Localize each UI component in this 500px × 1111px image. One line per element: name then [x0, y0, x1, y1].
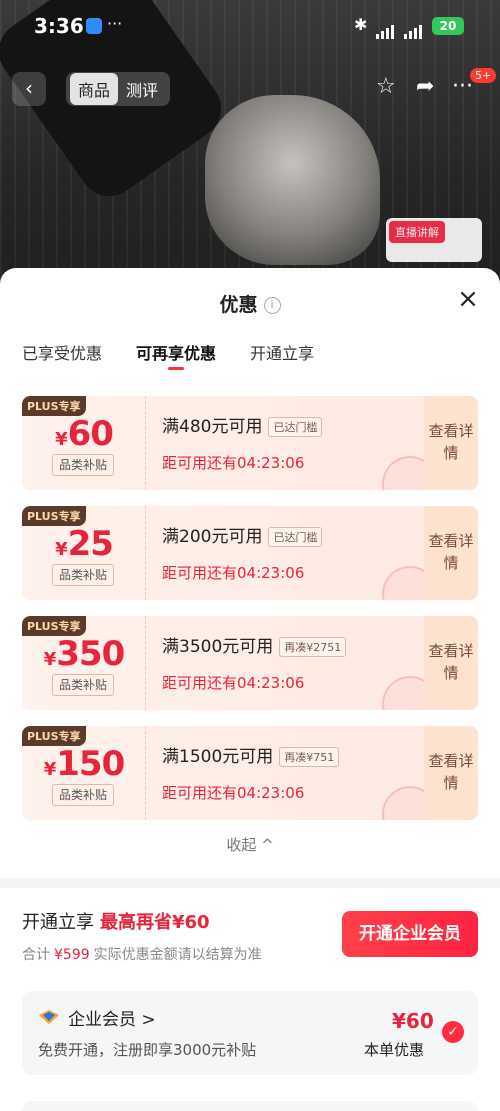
amount-number: 60 — [67, 414, 114, 454]
max-save-text: 最高再省¥60 — [100, 912, 210, 933]
plus-badge: PLUS专享 — [22, 616, 86, 636]
close-button[interactable]: × — [455, 286, 481, 312]
coupon-condition: 满1500元可用 再凑¥751 — [162, 742, 340, 767]
enterprise-member-card[interactable]: 企业会员 > 免费开通，注册即享3000元补贴 ¥60 本单优惠 ✓ — [22, 991, 478, 1075]
view-detail-button[interactable]: 查看详情 — [424, 396, 478, 490]
sheet-title: 优惠 i — [0, 290, 500, 317]
coupon-amount: ¥350 — [22, 634, 146, 674]
coupon-info: 满480元可用 已达门槛 距可用还有04:23:06 — [162, 396, 438, 490]
signal-icon-2 — [404, 20, 426, 39]
coupon-value-area: PLUS专享 ¥350 品类补贴 — [22, 616, 146, 710]
coupon-info: 满1500元可用 再凑¥751 距可用还有04:23:06 — [162, 726, 438, 820]
coupon-list: PLUS专享 ¥60 品类补贴 满480元可用 已达门槛 距可用还有04:23:0… — [22, 396, 478, 836]
condition-text: 满200元可用 — [162, 527, 263, 547]
info-icon[interactable]: i — [263, 297, 281, 314]
signal-icon — [376, 20, 398, 39]
coupon-info: 满200元可用 已达门槛 距可用还有04:23:06 — [162, 506, 438, 600]
coupon-value-area: PLUS专享 ¥150 品类补贴 — [22, 726, 146, 820]
countdown-text: 距可用还有04:23:06 — [162, 674, 305, 692]
total-label: 合计 — [22, 947, 50, 963]
coupon-condition: 满480元可用 已达门槛 — [162, 412, 323, 437]
battery-indicator: 20 — [432, 17, 464, 35]
condition-text: 满480元可用 — [162, 417, 263, 437]
member-name-link[interactable]: 企业会员 > — [68, 1005, 156, 1030]
shoe-shape — [205, 95, 380, 265]
countdown-text: 距可用还有04:23:06 — [162, 784, 305, 802]
countdown-text: 距可用还有04:23:06 — [162, 454, 305, 472]
plus-badge: PLUS专享 — [22, 506, 86, 526]
threshold-tag: 已达门槛 — [268, 527, 323, 547]
amount-number: 25 — [67, 524, 114, 564]
category-label: 品类补贴 — [52, 564, 114, 586]
vip-title: 开通立享 — [22, 912, 94, 933]
member-description: 免费开通，注册即享3000元补贴 — [38, 1041, 257, 1059]
coupon-info: 满3500元可用 再凑¥2751 距可用还有04:23:06 — [162, 616, 438, 710]
live-stream-badge[interactable]: 直播讲解 — [386, 218, 482, 262]
member-discount-amount: ¥60 — [392, 1009, 434, 1033]
star-icon[interactable]: ☆ — [376, 74, 396, 99]
plus-badge: PLUS专享 — [22, 726, 86, 746]
sheet-title-text: 优惠 — [219, 294, 258, 316]
tab-enjoyed[interactable]: 已享受优惠 — [22, 340, 102, 370]
tab-review[interactable]: 测评 — [118, 73, 166, 105]
tab-open-to-enjoy[interactable]: 开通立享 — [250, 340, 314, 370]
live-label: 直播讲解 — [389, 221, 445, 243]
order-discount-label: 本单优惠 — [364, 1041, 425, 1059]
plus-badge: PLUS专享 — [22, 396, 86, 416]
chevron-left-icon: ‹ — [25, 76, 33, 100]
threshold-tag: 已达门槛 — [268, 417, 323, 437]
threshold-tag: 再凑¥2751 — [279, 637, 347, 657]
category-label: 品类补贴 — [52, 674, 114, 696]
collapse-button[interactable]: 收起 ^ — [0, 834, 500, 855]
coupon-condition: 满3500元可用 再凑¥2751 — [162, 632, 347, 657]
coupon-card[interactable]: PLUS专享 ¥25 品类补贴 满200元可用 已达门槛 距可用还有04:23:0… — [22, 506, 478, 600]
currency-symbol: ¥ — [43, 649, 57, 670]
amount-number: 150 — [56, 744, 125, 784]
condition-text: 满3500元可用 — [162, 637, 274, 657]
coupon-card[interactable]: PLUS专享 ¥350 品类补贴 满3500元可用 再凑¥2751 距可用还有04… — [22, 616, 478, 710]
discount-sheet: 优惠 i × 已享受优惠 可再享优惠 开通立享 PLUS专享 ¥60 品类补贴 满… — [0, 268, 500, 1111]
check-circle-icon[interactable]: ✓ — [442, 1021, 464, 1043]
coupon-amount: ¥25 — [22, 524, 146, 564]
category-label: 品类补贴 — [52, 784, 114, 806]
coupon-condition: 满200元可用 已达门槛 — [162, 522, 323, 547]
coupon-value-area: PLUS专享 ¥60 品类补贴 — [22, 396, 146, 490]
view-detail-button[interactable]: 查看详情 — [424, 726, 478, 820]
top-navigation: ‹ 商品 测评 ☆ ➦ ··· 5+ — [0, 68, 500, 110]
condition-text: 满1500元可用 — [162, 747, 274, 767]
coupon-amount: ¥150 — [22, 744, 146, 784]
view-detail-button[interactable]: 查看详情 — [424, 616, 478, 710]
next-option-card — [22, 1101, 478, 1111]
status-bar: 3:36 ··· ✱ 20 — [0, 14, 500, 44]
section-divider — [0, 878, 500, 888]
app-notification-icon — [86, 18, 102, 34]
currency-symbol: ¥ — [43, 759, 57, 780]
coupon-card[interactable]: PLUS专享 ¥150 品类补贴 满1500元可用 再凑¥751 距可用还有04:… — [22, 726, 478, 820]
currency-symbol: ¥ — [55, 429, 68, 450]
amount-number: 350 — [56, 634, 125, 674]
coupon-card[interactable]: PLUS专享 ¥60 品类补贴 满480元可用 已达门槛 距可用还有04:23:0… — [22, 396, 478, 490]
currency-symbol: ¥ — [55, 539, 68, 560]
bluetooth-icon: ✱ — [354, 15, 368, 34]
coupon-value-area: PLUS专享 ¥25 品类补贴 — [22, 506, 146, 600]
nav-tabs: 商品 测评 — [66, 72, 171, 106]
tab-more-discounts[interactable]: 可再享优惠 — [136, 340, 216, 370]
total-price: ¥599 — [54, 947, 90, 963]
discount-tabs: 已享受优惠 可再享优惠 开通立享 — [22, 340, 348, 370]
coupon-amount: ¥60 — [22, 414, 146, 454]
category-label: 品类补贴 — [52, 454, 114, 476]
tab-product[interactable]: 商品 — [70, 73, 119, 105]
share-icon[interactable]: ➦ — [416, 74, 434, 99]
back-button[interactable]: ‹ — [12, 72, 46, 106]
view-detail-button[interactable]: 查看详情 — [424, 506, 478, 600]
more-badge: 5+ — [470, 68, 497, 83]
enterprise-logo-icon — [39, 1010, 59, 1024]
threshold-tag: 再凑¥751 — [279, 747, 340, 767]
price-note: 实际优惠金额请以结算为准 — [93, 947, 262, 963]
status-time: 3:36 — [34, 14, 84, 38]
product-image: 直播讲解 — [0, 0, 500, 300]
status-overflow: ··· — [107, 14, 123, 33]
open-enterprise-member-button[interactable]: 开通企业会员 — [342, 911, 478, 957]
countdown-text: 距可用还有04:23:06 — [162, 564, 305, 582]
